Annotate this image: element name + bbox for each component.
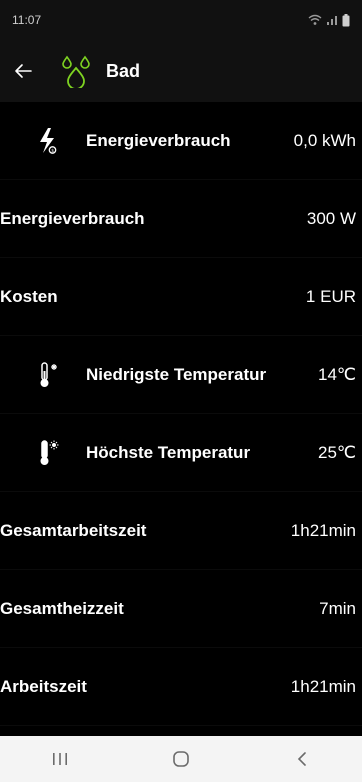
thermometer-cold-icon [30, 357, 66, 393]
stat-row-working-time: Arbeitszeit 1h21min [0, 648, 362, 726]
stat-row-lowest-temperature: Niedrigste Temperatur 14℃ [0, 336, 362, 414]
thermometer-hot-icon [30, 435, 66, 471]
stat-value: 300 W [306, 208, 356, 228]
app-bar: Bad [0, 40, 362, 102]
stat-row-costs: Kosten 1 EUR [0, 258, 362, 336]
stat-value: 25℃ [317, 442, 356, 462]
chevron-left-icon [297, 752, 306, 766]
svg-text:$: $ [51, 148, 54, 154]
stat-value: 7min [319, 598, 356, 618]
stat-row-energy-consumption-watt: Energieverbrauch 300 W [0, 180, 362, 258]
back-button[interactable] [0, 40, 46, 102]
stats-list: $ Energieverbrauch 0,0 kWh Energieverbra… [0, 102, 362, 736]
stat-label: Gesamtheizzeit [0, 598, 124, 618]
stat-value: 1h21min [290, 676, 356, 696]
stat-label: Energieverbrauch [0, 208, 145, 228]
stat-label: Niedrigste Temperatur [86, 364, 267, 384]
stat-value: 1 EUR [305, 286, 356, 306]
stat-value: 1h21min [290, 520, 356, 540]
status-bar: 11:07 [0, 0, 362, 40]
system-nav-bar [0, 736, 362, 782]
battery-icon [342, 13, 350, 26]
status-time: 11:07 [12, 13, 42, 27]
home-button[interactable] [151, 736, 211, 782]
stat-row-highest-temperature: Höchste Temperatur 25℃ [0, 414, 362, 492]
home-icon [173, 751, 189, 767]
stat-value: 0,0 kWh [293, 130, 356, 150]
stat-label: Arbeitszeit [0, 676, 87, 696]
recent-apps-button[interactable] [30, 736, 90, 782]
page-title: Bad [106, 60, 141, 81]
stat-value: 14℃ [317, 364, 356, 384]
stat-row-energy-consumption-kwh: $ Energieverbrauch 0,0 kWh [0, 102, 362, 180]
signal-icon [327, 16, 337, 25]
stat-label: Gesamtarbeitszeit [0, 520, 147, 540]
wifi-icon [308, 14, 322, 25]
recent-apps-icon [53, 753, 68, 765]
stat-label: Höchste Temperatur [86, 442, 251, 462]
energy-bolt-icon: $ [30, 123, 66, 159]
stat-label: Kosten [0, 286, 58, 306]
stat-row-total-working-time: Gesamtarbeitszeit 1h21min [0, 492, 362, 570]
water-drops-icon [58, 53, 94, 89]
status-icons [308, 13, 350, 27]
stat-label: Energieverbrauch [86, 130, 231, 150]
system-back-button[interactable] [272, 736, 332, 782]
arrow-left-icon [15, 64, 32, 78]
stat-row-total-heating-time: Gesamtheizzeit 7min [0, 570, 362, 648]
